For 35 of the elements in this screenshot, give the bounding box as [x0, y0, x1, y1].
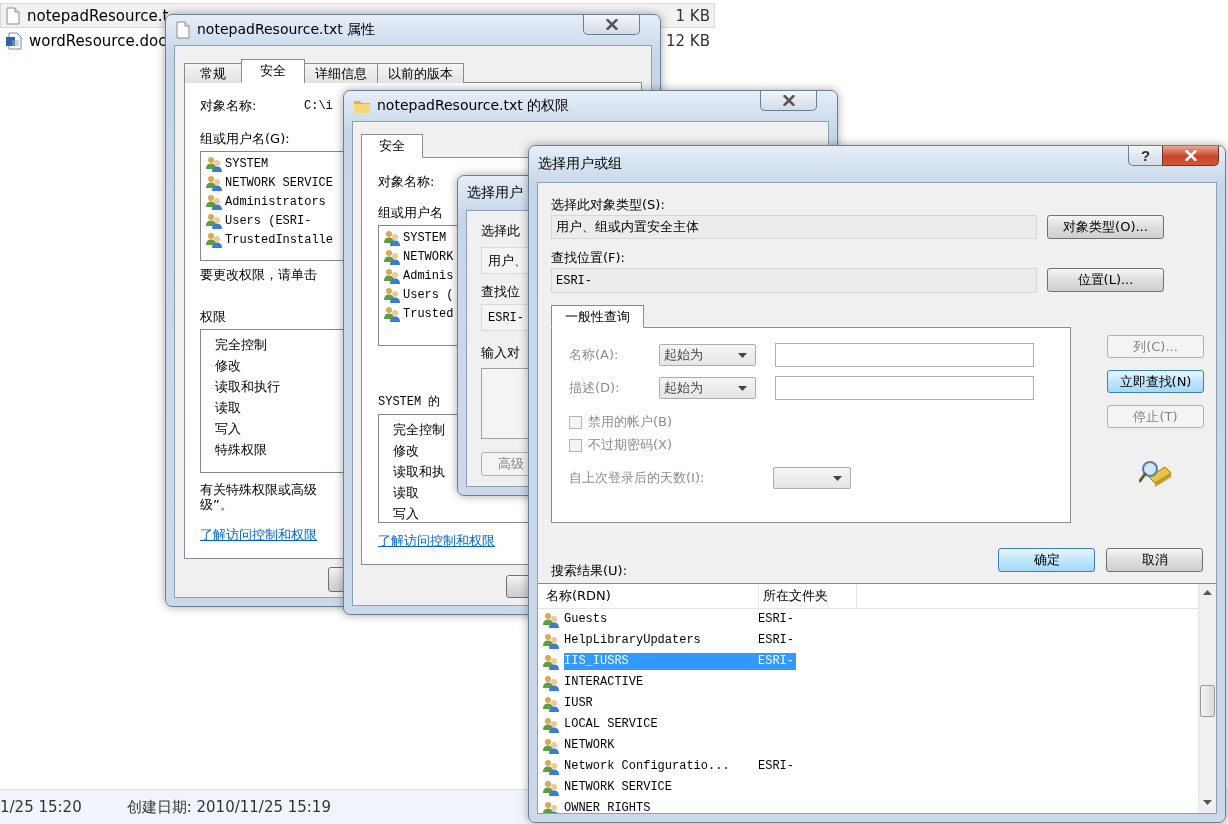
file-name: wordResource.doc	[29, 31, 167, 50]
table-cell-text: ESRI-	[758, 758, 795, 775]
window-title: notepadResource.txt 属性	[197, 21, 376, 39]
field-label: 对象名称:	[378, 173, 435, 191]
field-label: 对象名称:	[200, 97, 258, 115]
field-label: 搜索结果(U):	[551, 562, 628, 580]
checkbox-label: 禁用的帐户(B)	[588, 413, 673, 431]
field-label: 描述(D):	[569, 379, 621, 397]
table-cell-text: ESRI-	[758, 632, 795, 649]
hint-text: 要更改权限，请单击	[200, 267, 317, 283]
window-title: 选择用户	[467, 184, 523, 202]
field-label: 选择此对象类型(S):	[551, 197, 665, 213]
table-cell: ESRI-	[758, 653, 796, 670]
note-text: 级”。	[200, 497, 233, 512]
status-text: 创建日期: 2010/11/25 15:19	[126, 797, 331, 817]
note-text: 有关特殊权限或高级	[200, 482, 317, 497]
window-title: notepadResource.txt 的权限	[377, 97, 570, 115]
table-cell-text: ESRI-	[758, 611, 795, 628]
field-label: 查找位置(F):	[551, 250, 625, 266]
field-label: 输入对	[481, 345, 520, 361]
field-label: 选择此	[481, 223, 520, 239]
file-size: 12 KB	[666, 31, 710, 50]
field-label: 组或用户名	[378, 205, 443, 221]
field-label: 查找位	[481, 284, 520, 300]
field-value: C:\i	[304, 99, 333, 113]
status-text: 1/25 15:20	[0, 798, 82, 816]
checkbox-label: 不过期密码(X)	[588, 436, 673, 454]
field-label: SYSTEM 的	[378, 394, 441, 411]
field-label: 权限	[200, 309, 226, 325]
field-label: 组或用户名(G):	[200, 131, 290, 147]
field-label: 名称(A):	[569, 346, 620, 364]
field-label: 自上次登录后的天数(I):	[569, 469, 706, 487]
window-title: 选择用户或组	[538, 155, 622, 173]
file-name: notepadResource.t	[27, 6, 169, 25]
file-size: 1 KB	[675, 6, 710, 25]
